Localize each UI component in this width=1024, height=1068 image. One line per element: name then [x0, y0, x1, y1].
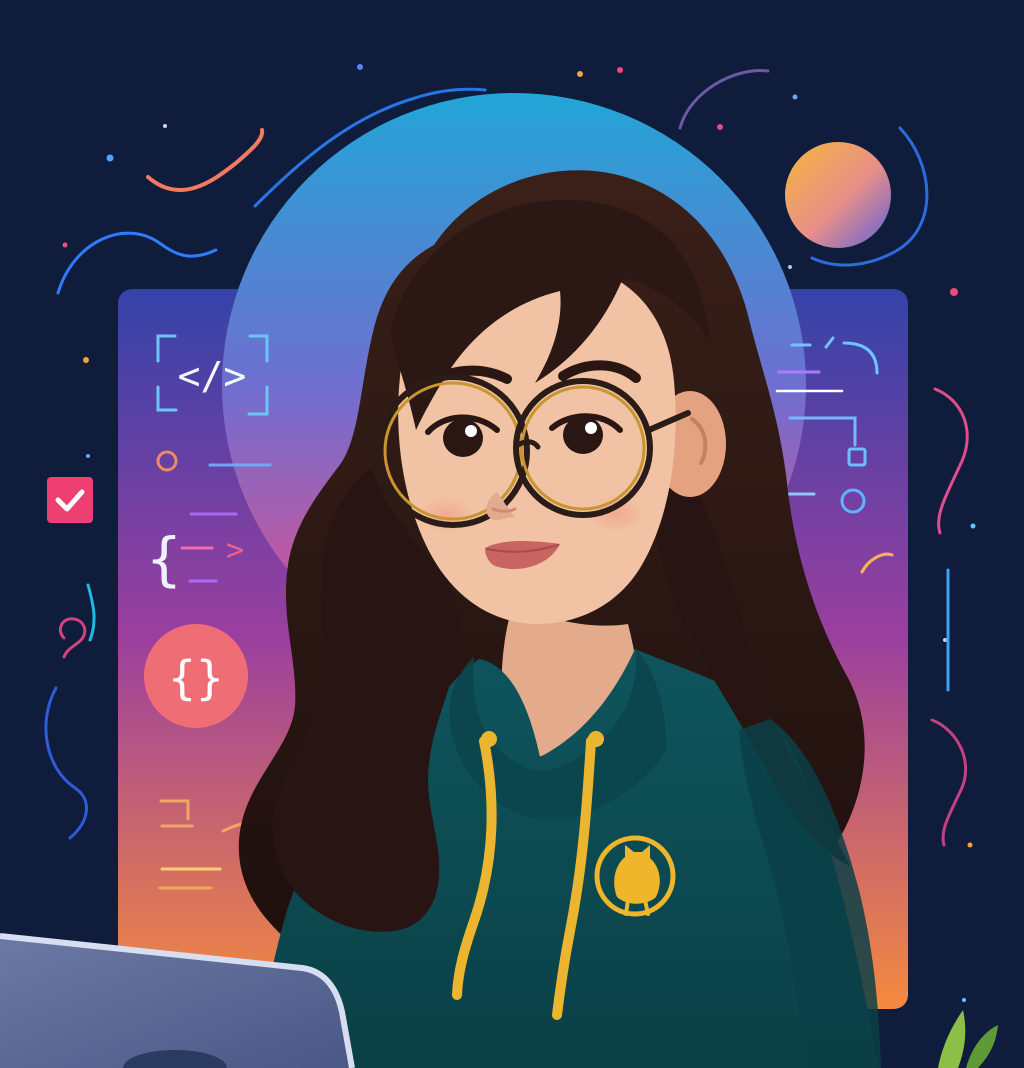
- curly-braces-label: {}: [168, 651, 223, 705]
- checkbox-icon: [47, 477, 93, 523]
- arrow-glyph: >: [226, 533, 244, 568]
- developer-portrait-scene: </> { > {}: [0, 0, 1024, 1068]
- open-brace-glyph: {: [147, 525, 182, 593]
- code-tag-icon: </>: [178, 354, 247, 398]
- planet-icon: [785, 142, 891, 248]
